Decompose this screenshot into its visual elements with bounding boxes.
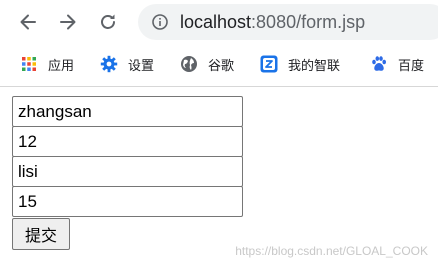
bookmark-label: 百度 xyxy=(398,58,425,74)
info-icon[interactable] xyxy=(152,14,168,30)
back-arrow-icon xyxy=(20,14,36,30)
forward-arrow-icon xyxy=(60,14,76,30)
submit-button[interactable]: 提交 xyxy=(12,218,70,250)
zhilian-logo-icon xyxy=(260,55,278,73)
forward-button[interactable] xyxy=(54,8,82,36)
text-input-2[interactable] xyxy=(12,126,243,157)
bookmark-zhilian[interactable]: 我的智联 xyxy=(260,46,340,82)
apps-grid-icon xyxy=(20,55,38,73)
url-path: :8080/form.jsp xyxy=(251,12,366,32)
toolbar-divider xyxy=(0,86,438,87)
text-input-1[interactable] xyxy=(12,96,243,127)
bookmarks-bar: 应用 设置 谷歌 我的智联 百度 xyxy=(0,46,438,82)
url-text[interactable]: localhost:8080/form.jsp xyxy=(180,12,365,32)
browser-toolbar: localhost:8080/form.jsp xyxy=(0,0,438,44)
reload-icon xyxy=(101,14,115,29)
text-input-4[interactable] xyxy=(12,186,243,217)
back-button[interactable] xyxy=(14,8,42,36)
watermark-text: https://blog.csdn.net/GLOAL_COOK xyxy=(235,244,428,258)
bookmark-settings[interactable]: 设置 xyxy=(100,46,154,82)
bookmark-label: 应用 xyxy=(48,58,75,74)
bookmark-apps[interactable]: 应用 xyxy=(20,46,74,82)
text-input-3[interactable] xyxy=(12,156,243,187)
address-bar[interactable]: localhost:8080/form.jsp xyxy=(138,4,438,40)
bookmark-google[interactable]: 谷歌 xyxy=(180,46,234,82)
bookmark-label: 设置 xyxy=(128,58,155,74)
url-host: localhost xyxy=(180,12,252,32)
globe-icon xyxy=(180,55,198,73)
bookmark-label: 我的智联 xyxy=(288,58,341,74)
reload-button[interactable] xyxy=(94,8,122,36)
bookmark-baidu[interactable]: 百度 xyxy=(370,46,424,82)
gear-icon xyxy=(100,55,118,73)
form: 提交 xyxy=(12,96,243,250)
bookmark-label: 谷歌 xyxy=(208,58,235,74)
baidu-paw-icon xyxy=(370,55,388,73)
